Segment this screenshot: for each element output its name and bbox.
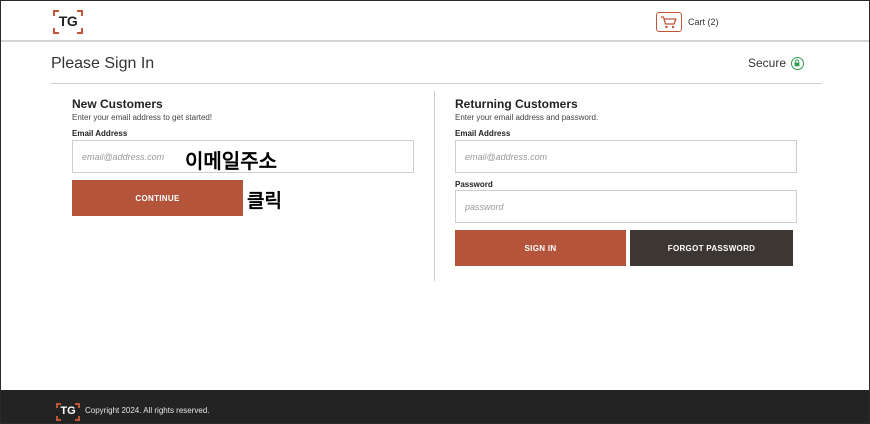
password-field[interactable] bbox=[455, 190, 797, 223]
returning-customers-title: Returning Customers bbox=[455, 97, 578, 111]
cart-label: Cart (2) bbox=[688, 17, 719, 27]
column-divider bbox=[434, 91, 435, 281]
returning-email-field[interactable] bbox=[455, 140, 797, 173]
password-input[interactable] bbox=[465, 201, 787, 212]
returning-email-label: Email Address bbox=[455, 129, 511, 138]
email-annotation: 이메일주소 bbox=[185, 149, 277, 173]
new-email-label: Email Address bbox=[72, 129, 128, 138]
continue-button[interactable]: CONTINUE bbox=[72, 180, 243, 216]
click-annotation: 클릭 bbox=[247, 190, 282, 212]
new-customers-title: New Customers bbox=[72, 97, 163, 111]
title-row: Please Sign In Secure bbox=[51, 44, 822, 84]
page-title: Please Sign In bbox=[51, 55, 155, 72]
footer-logo-text: TG bbox=[60, 405, 76, 417]
site-logo[interactable]: TG bbox=[53, 10, 83, 34]
returning-email-input[interactable] bbox=[465, 151, 787, 162]
password-label: Password bbox=[455, 180, 493, 189]
logo-text: TG bbox=[58, 13, 78, 29]
sign-in-button[interactable]: SIGN IN bbox=[455, 230, 626, 266]
site-footer: TG Copyright 2024. All rights reserved. bbox=[1, 390, 869, 423]
returning-customers-subtitle: Enter your email address and password. bbox=[455, 113, 599, 122]
lock-icon bbox=[791, 56, 804, 70]
secure-indicator: Secure bbox=[748, 56, 804, 70]
site-header: TG Cart (2) bbox=[1, 1, 869, 42]
secure-label: Secure bbox=[747, 56, 786, 70]
new-customers-subtitle: Enter your email address to get started! bbox=[72, 113, 213, 122]
footer-logo[interactable]: TG bbox=[56, 403, 80, 421]
cart-icon bbox=[656, 12, 682, 32]
cart-link[interactable]: Cart (2) bbox=[656, 11, 719, 33]
copyright-text: Copyright 2024. All rights reserved. bbox=[85, 406, 210, 415]
forgot-password-button[interactable]: FORGOT PASSWORD bbox=[630, 230, 793, 266]
